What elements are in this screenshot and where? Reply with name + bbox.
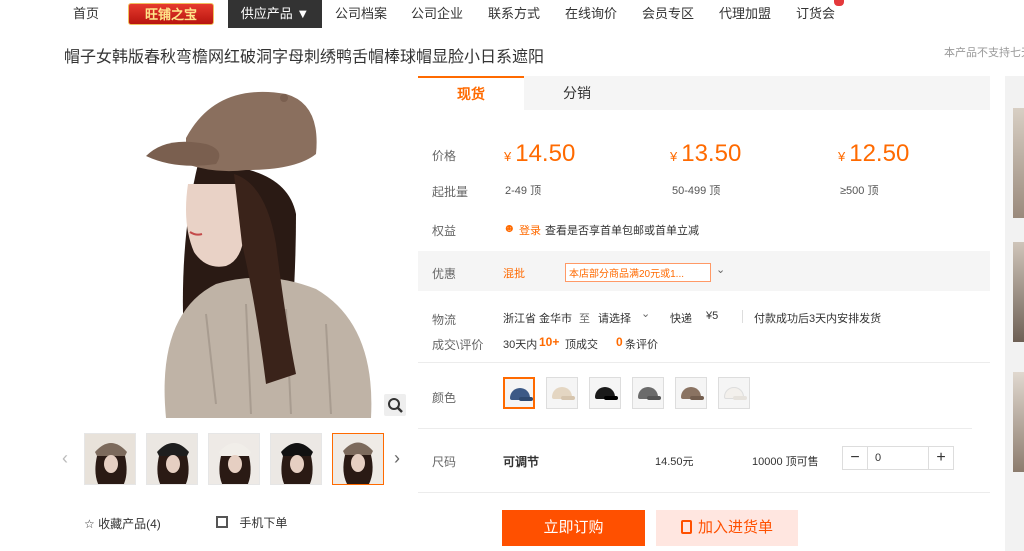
chevron-down-icon[interactable]: ⌄ bbox=[716, 263, 725, 276]
ship-to-word: 至 bbox=[579, 313, 590, 325]
size-label: 尺码 bbox=[432, 455, 457, 469]
separator bbox=[742, 310, 743, 323]
nav-home[interactable]: 首页 bbox=[73, 0, 99, 28]
main-product-image[interactable] bbox=[146, 74, 410, 418]
user-icon: ☻ bbox=[503, 221, 516, 235]
price-tier-1: ¥14.50 bbox=[504, 140, 576, 167]
color-label: 颜色 bbox=[432, 391, 457, 405]
color-swatch-beige[interactable] bbox=[546, 377, 578, 409]
deals-label: 成交\评价 bbox=[432, 338, 484, 352]
qty-input[interactable]: 0 bbox=[875, 447, 881, 469]
thumbnail-5-selected[interactable] bbox=[332, 433, 384, 485]
ship-fee: ¥5 bbox=[706, 310, 719, 322]
nav-company-profile[interactable]: 公司档案 bbox=[335, 0, 387, 28]
color-swatch-navy[interactable] bbox=[503, 377, 535, 409]
clipboard-icon bbox=[680, 520, 692, 534]
model-wearing-cap-illustration bbox=[146, 91, 372, 418]
divider bbox=[418, 428, 972, 429]
nav-franchise[interactable]: 代理加盟 bbox=[719, 0, 771, 28]
color-swatch-white[interactable] bbox=[718, 377, 750, 409]
divider bbox=[418, 362, 990, 363]
ship-note: 付款成功后3天内安排发货 bbox=[754, 313, 882, 325]
price-tier-3: ¥12.50 bbox=[838, 140, 910, 167]
quantity-stepper: − 0 + bbox=[842, 446, 954, 470]
shop-logo[interactable]: 旺铺之宝 bbox=[128, 3, 214, 25]
nav-inquiry[interactable]: 在线询价 bbox=[565, 0, 617, 28]
size-price: 14.50元 bbox=[655, 456, 694, 468]
chevron-down-icon[interactable]: ⌄ bbox=[641, 307, 650, 320]
reviews-count[interactable]: 0 bbox=[616, 335, 623, 349]
thumb-prev-arrow-icon[interactable]: ‹ bbox=[62, 448, 68, 469]
qty-minus-button[interactable]: − bbox=[843, 447, 868, 469]
tab-distribute[interactable]: 分销 bbox=[524, 76, 630, 110]
qty-tier-1: 2-49 顶 bbox=[505, 185, 542, 197]
color-swatch-brown[interactable] bbox=[675, 377, 707, 409]
color-swatch-gray[interactable] bbox=[632, 377, 664, 409]
add-to-cart-label: 加入进货单 bbox=[697, 519, 773, 536]
thumbnail-1[interactable] bbox=[84, 433, 136, 485]
star-icon: ☆ bbox=[84, 517, 95, 531]
color-swatch-black[interactable] bbox=[589, 377, 621, 409]
thumbnail-3[interactable] bbox=[208, 433, 260, 485]
moq-label: 起批量 bbox=[432, 185, 469, 199]
deals-period: 30天内 bbox=[503, 339, 538, 351]
ship-from: 浙江省 金华市 bbox=[503, 313, 573, 325]
size-value: 可调节 bbox=[503, 455, 540, 469]
return-notice: 本产品不支持七天 bbox=[944, 47, 1024, 59]
ship-method: 快递 bbox=[670, 313, 692, 325]
nav-company-enterprise[interactable]: 公司企业 bbox=[411, 0, 463, 28]
price-tier-2: ¥13.50 bbox=[670, 140, 742, 167]
recommend-image-3[interactable] bbox=[1013, 372, 1024, 472]
deals-count-unit: 顶成交 bbox=[565, 339, 598, 351]
destination-select[interactable]: 请选择 bbox=[598, 310, 631, 326]
zoom-button[interactable] bbox=[384, 394, 406, 416]
thumb-next-arrow-icon[interactable]: › bbox=[394, 448, 400, 469]
promo-tag[interactable]: 本店部分商品满20元或1... bbox=[565, 263, 711, 282]
magnifier-icon bbox=[388, 398, 403, 413]
deals-count: 10+ bbox=[539, 335, 560, 349]
nav-contact[interactable]: 联系方式 bbox=[488, 0, 540, 28]
mobile-order-button[interactable]: 手机下单 bbox=[216, 514, 287, 531]
logistics-label: 物流 bbox=[432, 313, 457, 327]
hot-badge bbox=[834, 0, 844, 6]
add-to-cart-button[interactable]: 加入进货单 bbox=[656, 510, 798, 546]
product-title: 帽子女韩版春秋弯檐网红破洞字母刺绣鸭舌帽棒球帽显脸小日系遮阳 bbox=[64, 49, 545, 66]
nav-member[interactable]: 会员专区 bbox=[642, 0, 694, 28]
favorite-button[interactable]: ☆ 收藏产品(4) bbox=[84, 515, 161, 532]
buy-now-button[interactable]: 立即订购 bbox=[502, 510, 645, 546]
benefits-label: 权益 bbox=[432, 224, 457, 238]
promo-label: 优惠 bbox=[432, 267, 457, 281]
qty-tier-2: 50-499 顶 bbox=[672, 185, 721, 197]
benefits-text: 查看是否享首单包邮或首单立减 bbox=[545, 225, 699, 237]
divider bbox=[418, 492, 990, 493]
top-nav: 首页 旺铺之宝 供应产品 ▼ 公司档案 公司企业 联系方式 在线询价 会员专区 … bbox=[0, 0, 1024, 28]
tab-spot[interactable]: 现货 bbox=[418, 76, 524, 110]
size-stock: 10000 顶可售 bbox=[752, 456, 819, 468]
offer-tabs: 现货 分销 bbox=[418, 76, 990, 110]
recommend-image-1[interactable] bbox=[1013, 108, 1024, 218]
login-link[interactable]: 登录 bbox=[519, 222, 541, 238]
mobile-order-label: 手机下单 bbox=[239, 516, 288, 530]
thumbnail-2[interactable] bbox=[146, 433, 198, 485]
qty-plus-button[interactable]: + bbox=[928, 447, 953, 469]
reviews-unit[interactable]: 条评价 bbox=[625, 336, 658, 352]
nav-order-fair[interactable]: 订货会 bbox=[796, 0, 835, 28]
nav-products-dropdown[interactable]: 供应产品 ▼ bbox=[228, 0, 322, 28]
mixed-batch-link[interactable]: 混批 bbox=[503, 265, 525, 281]
qty-tier-3: ≥500 顶 bbox=[840, 185, 879, 197]
recommend-image-2[interactable] bbox=[1013, 242, 1024, 342]
favorite-label: 收藏产品(4) bbox=[98, 517, 161, 531]
price-label: 价格 bbox=[432, 149, 457, 163]
thumbnail-4[interactable] bbox=[270, 433, 322, 485]
qrcode-icon bbox=[216, 516, 228, 528]
